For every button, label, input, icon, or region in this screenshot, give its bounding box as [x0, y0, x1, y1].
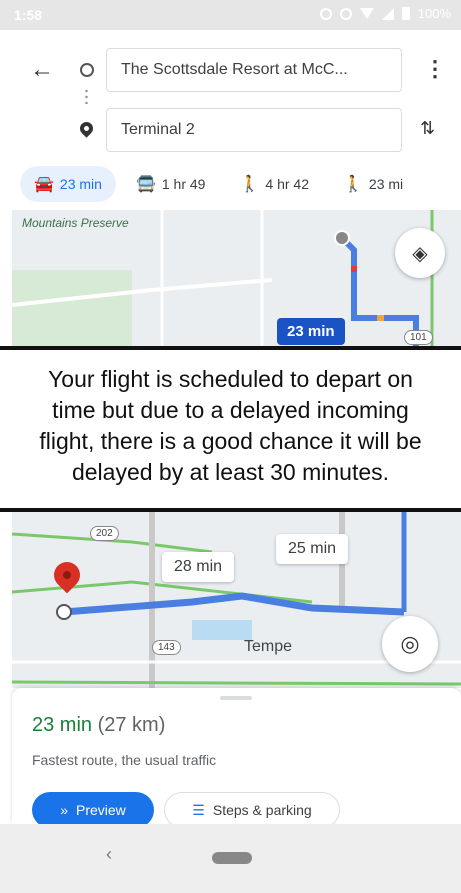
map-top-roads	[12, 210, 434, 346]
city-label: Tempe	[244, 638, 293, 655]
layers-icon: ◈	[412, 242, 428, 265]
location-icon	[339, 7, 352, 20]
route-bubble-alt-2[interactable]: 25 min	[276, 534, 349, 564]
status-icons: 100%	[319, 6, 451, 21]
preview-button[interactable]: » Preview	[32, 792, 154, 828]
back-arrow-icon[interactable]: ←	[30, 56, 54, 84]
map-area-label: Mountains Preserve	[22, 216, 129, 230]
route-time: 23 min	[32, 714, 93, 736]
walk-icon: 🚶	[239, 176, 260, 193]
nav-home-pill[interactable]	[212, 852, 252, 864]
layers-button[interactable]: ◈	[395, 228, 445, 278]
system-navigation-bar: ‹	[0, 824, 461, 893]
swap-icon[interactable]: ⇅	[420, 118, 435, 139]
route-bubble-alt-1[interactable]: 28 min	[162, 552, 235, 582]
tab-transit-label: 1 hr 49	[161, 176, 206, 192]
battery-level: 100%	[417, 6, 451, 21]
highway-shield-202: 202	[90, 526, 119, 541]
crosshair-icon: ◎	[400, 631, 420, 656]
steps-label: Steps & parking	[212, 802, 312, 818]
status-bar: 1:58 100%	[0, 0, 461, 30]
route-distance: (27 km)	[97, 714, 166, 736]
ride-icon: 🚶	[342, 176, 363, 193]
tab-walk-label: 4 hr 42	[265, 176, 309, 192]
my-location-button[interactable]: ◎	[382, 616, 438, 672]
tab-walk[interactable]: 🚶 4 hr 42	[225, 166, 323, 202]
route-summary-sheet: 23 min (27 km) Fastest route, the usual …	[12, 688, 461, 828]
route-eta-badge: 23 min	[277, 318, 345, 345]
tab-ride-label: 23 mi	[368, 176, 404, 192]
wifi-icon	[359, 8, 374, 19]
highway-shield-143: 143	[152, 640, 181, 655]
map-top[interactable]: Mountains Preserve ◈ 23 min 101	[12, 210, 461, 346]
preview-label: Preview	[76, 802, 126, 818]
highway-shield: 101	[404, 330, 433, 345]
alarm-icon	[319, 7, 332, 20]
tab-transit[interactable]: 🚍 1 hr 49	[122, 166, 220, 202]
steps-parking-button[interactable]: ☰ Steps & parking	[164, 792, 340, 828]
battery-icon	[401, 7, 410, 20]
travel-mode-tabs: 🚘 23 min 🚍 1 hr 49 🚶 4 hr 42 🚶 23 mi	[20, 166, 423, 202]
list-icon: ☰	[192, 801, 205, 818]
transit-icon: 🚍	[135, 176, 156, 193]
more-options-icon[interactable]: ⋮	[424, 56, 446, 82]
route-dots-icon	[85, 88, 88, 104]
destination-pin-icon	[77, 119, 96, 138]
flight-delay-message: Your flight is scheduled to depart on ti…	[0, 350, 461, 508]
tab-drive-label: 23 min	[59, 176, 102, 192]
drag-handle[interactable]	[220, 696, 252, 700]
nav-back-icon[interactable]: ‹	[106, 844, 112, 865]
car-icon: 🚘	[34, 176, 54, 193]
route-duration: 23 min (27 km)	[32, 714, 165, 737]
tab-drive[interactable]: 🚘 23 min	[20, 166, 116, 202]
tab-ride[interactable]: 🚶 23 mi	[329, 166, 417, 202]
directions-panel: ← The Scottsdale Resort at McC... Termin…	[0, 30, 461, 210]
destination-field[interactable]: Terminal 2	[106, 108, 402, 152]
origin-field[interactable]: The Scottsdale Resort at McC...	[106, 48, 402, 92]
signal-icon	[381, 7, 394, 20]
origin-circle-icon	[80, 63, 94, 77]
map-bottom[interactable]: 28 min 25 min 202 143 Tempe ◎	[12, 512, 461, 688]
forward-arrows-icon: »	[60, 802, 68, 818]
route-description: Fastest route, the usual traffic	[32, 752, 217, 768]
status-time: 1:58	[14, 7, 43, 23]
